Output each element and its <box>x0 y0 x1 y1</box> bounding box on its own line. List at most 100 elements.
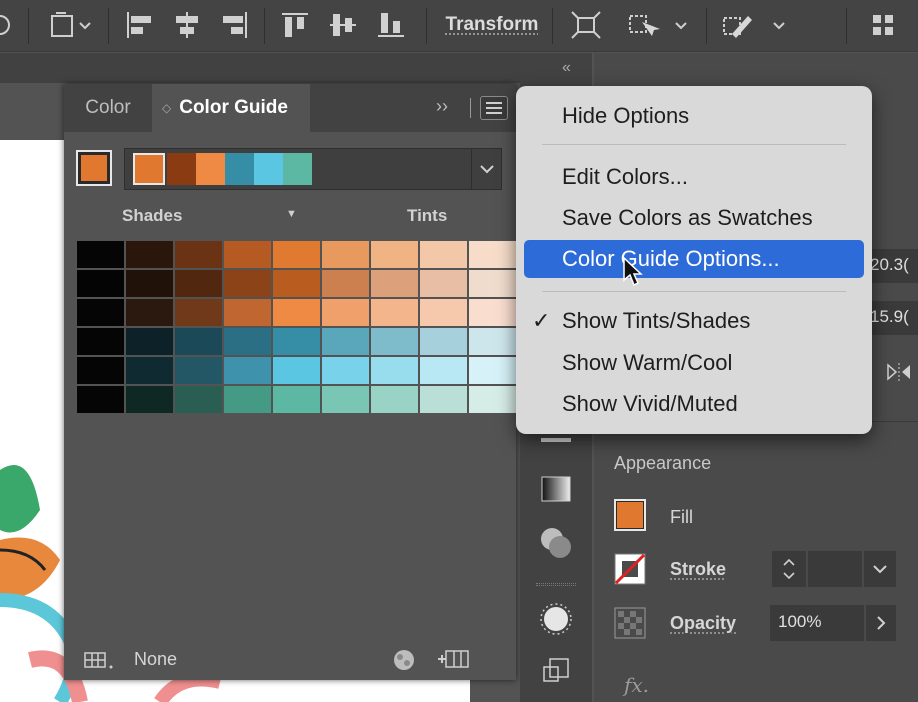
swatch-library-icon[interactable] <box>84 650 116 675</box>
menu-item-edit-colors[interactable]: Edit Colors... <box>516 159 872 195</box>
arrange-documents-icon[interactable] <box>868 6 898 44</box>
color-variation-cell[interactable] <box>77 328 124 355</box>
color-variation-cell[interactable] <box>273 270 320 297</box>
harmony-base-swatch[interactable] <box>133 153 165 185</box>
color-variation-cell[interactable] <box>126 270 173 297</box>
tab-color[interactable]: Color <box>64 84 152 132</box>
color-variation-cell[interactable] <box>273 386 320 413</box>
color-variation-cell[interactable] <box>224 241 271 268</box>
color-variation-cell[interactable] <box>224 386 271 413</box>
gradient-icon[interactable] <box>536 469 576 509</box>
color-variation-cell[interactable] <box>77 357 124 384</box>
color-variation-cell[interactable] <box>322 241 369 268</box>
transparency-icon[interactable] <box>536 523 576 563</box>
harmony-swatch[interactable] <box>254 153 283 185</box>
collapse-icon[interactable]: ›› <box>436 96 448 117</box>
color-variation-cell[interactable] <box>273 241 320 268</box>
shape-options-icon[interactable] <box>48 6 98 44</box>
align-horizontal-center-icon[interactable] <box>170 6 204 44</box>
opacity-label[interactable]: Opacity <box>670 613 736 634</box>
color-variation-cell[interactable] <box>175 241 222 268</box>
collapse-dock-icon[interactable]: « <box>562 59 571 77</box>
align-right-icon[interactable] <box>218 6 252 44</box>
transform-link[interactable]: Transform <box>442 6 542 44</box>
isolate-object-icon[interactable] <box>566 6 606 44</box>
color-variation-cell[interactable] <box>322 386 369 413</box>
color-variation-cell[interactable] <box>469 328 516 355</box>
color-variation-cell[interactable] <box>273 357 320 384</box>
chevron-down-icon[interactable] <box>475 157 499 181</box>
color-variation-cell[interactable] <box>371 328 418 355</box>
color-variation-cell[interactable] <box>322 357 369 384</box>
tab-color-guide[interactable]: ◇ Color Guide <box>152 84 310 132</box>
artboard-icon[interactable] <box>536 651 576 691</box>
menu-item-show-vivid-muted[interactable]: Show Vivid/Muted <box>516 386 872 422</box>
color-variation-cell[interactable] <box>420 241 467 268</box>
color-variation-cell[interactable] <box>77 386 124 413</box>
flip-horizontal-icon[interactable] <box>886 361 912 388</box>
recolor-icon[interactable] <box>392 648 416 677</box>
harmony-swatch[interactable] <box>196 153 225 185</box>
stroke-label[interactable]: Stroke <box>670 559 726 580</box>
align-left-icon[interactable] <box>122 6 156 44</box>
stroke-weight-dropdown-icon[interactable] <box>864 551 896 587</box>
color-variation-cell[interactable] <box>224 299 271 326</box>
color-variation-cell[interactable] <box>77 241 124 268</box>
color-variation-cell[interactable] <box>77 299 124 326</box>
color-variation-cell[interactable] <box>126 299 173 326</box>
color-variation-cell[interactable] <box>175 270 222 297</box>
color-variation-cell[interactable] <box>420 328 467 355</box>
harmony-swatch[interactable] <box>167 153 196 185</box>
menu-item-show-tints-shades[interactable]: ✓ Show Tints/Shades <box>516 303 872 339</box>
color-variation-cell[interactable] <box>77 270 124 297</box>
color-variation-cell[interactable] <box>420 386 467 413</box>
menu-item-hide-options[interactable]: Hide Options <box>516 98 872 134</box>
color-variation-cell[interactable] <box>420 357 467 384</box>
color-variation-cell[interactable] <box>322 328 369 355</box>
color-variation-cell[interactable] <box>175 386 222 413</box>
symbol-icon[interactable] <box>536 599 576 639</box>
menu-item-save-colors-as-swatches[interactable]: Save Colors as Swatches <box>516 200 872 236</box>
color-variation-cell[interactable] <box>420 299 467 326</box>
fill-swatch[interactable] <box>614 499 646 531</box>
color-variation-cell[interactable] <box>322 299 369 326</box>
select-similar-icon[interactable] <box>626 6 692 44</box>
opacity-expand-icon[interactable] <box>866 605 896 641</box>
shades-tints-dropdown-icon[interactable]: ▼ <box>286 208 297 220</box>
recolor-artwork-icon[interactable] <box>718 6 794 44</box>
color-variation-cell[interactable] <box>175 328 222 355</box>
color-variation-cell[interactable] <box>469 357 516 384</box>
position-field-x[interactable]: 20.3( <box>866 249 918 283</box>
harmony-swatch[interactable] <box>283 153 312 185</box>
color-variation-cell[interactable] <box>273 328 320 355</box>
color-variation-cell[interactable] <box>371 357 418 384</box>
harmony-rules-box[interactable] <box>124 148 502 190</box>
color-variation-cell[interactable] <box>126 241 173 268</box>
partial-circle-icon[interactable] <box>0 6 14 44</box>
save-to-swatches-icon[interactable] <box>436 648 470 677</box>
position-field-y[interactable]: 15.9( <box>866 301 918 335</box>
panel-menu-icon[interactable] <box>480 96 508 120</box>
align-top-icon[interactable] <box>278 6 312 44</box>
color-variation-cell[interactable] <box>224 270 271 297</box>
color-variation-cell[interactable] <box>126 386 173 413</box>
color-variation-cell[interactable] <box>273 299 320 326</box>
color-variation-cell[interactable] <box>420 270 467 297</box>
menu-item-color-guide-options[interactable]: Color Guide Options... <box>524 240 864 278</box>
color-variation-cell[interactable] <box>371 270 418 297</box>
color-variation-cell[interactable] <box>469 386 516 413</box>
color-variation-cell[interactable] <box>224 328 271 355</box>
color-variation-cell[interactable] <box>469 241 516 268</box>
color-variation-cell[interactable] <box>371 241 418 268</box>
stroke-stepper[interactable] <box>772 551 806 587</box>
color-variation-cell[interactable] <box>175 357 222 384</box>
align-vertical-center-icon[interactable] <box>326 6 360 44</box>
align-bottom-icon[interactable] <box>374 6 408 44</box>
color-variation-cell[interactable] <box>469 270 516 297</box>
opacity-field[interactable]: 100% <box>770 605 864 641</box>
harmony-swatch[interactable] <box>225 153 254 185</box>
color-variation-cell[interactable] <box>469 299 516 326</box>
color-variation-cell[interactable] <box>322 270 369 297</box>
stroke-weight-field[interactable] <box>808 551 862 587</box>
base-color-swatch[interactable] <box>76 150 112 186</box>
